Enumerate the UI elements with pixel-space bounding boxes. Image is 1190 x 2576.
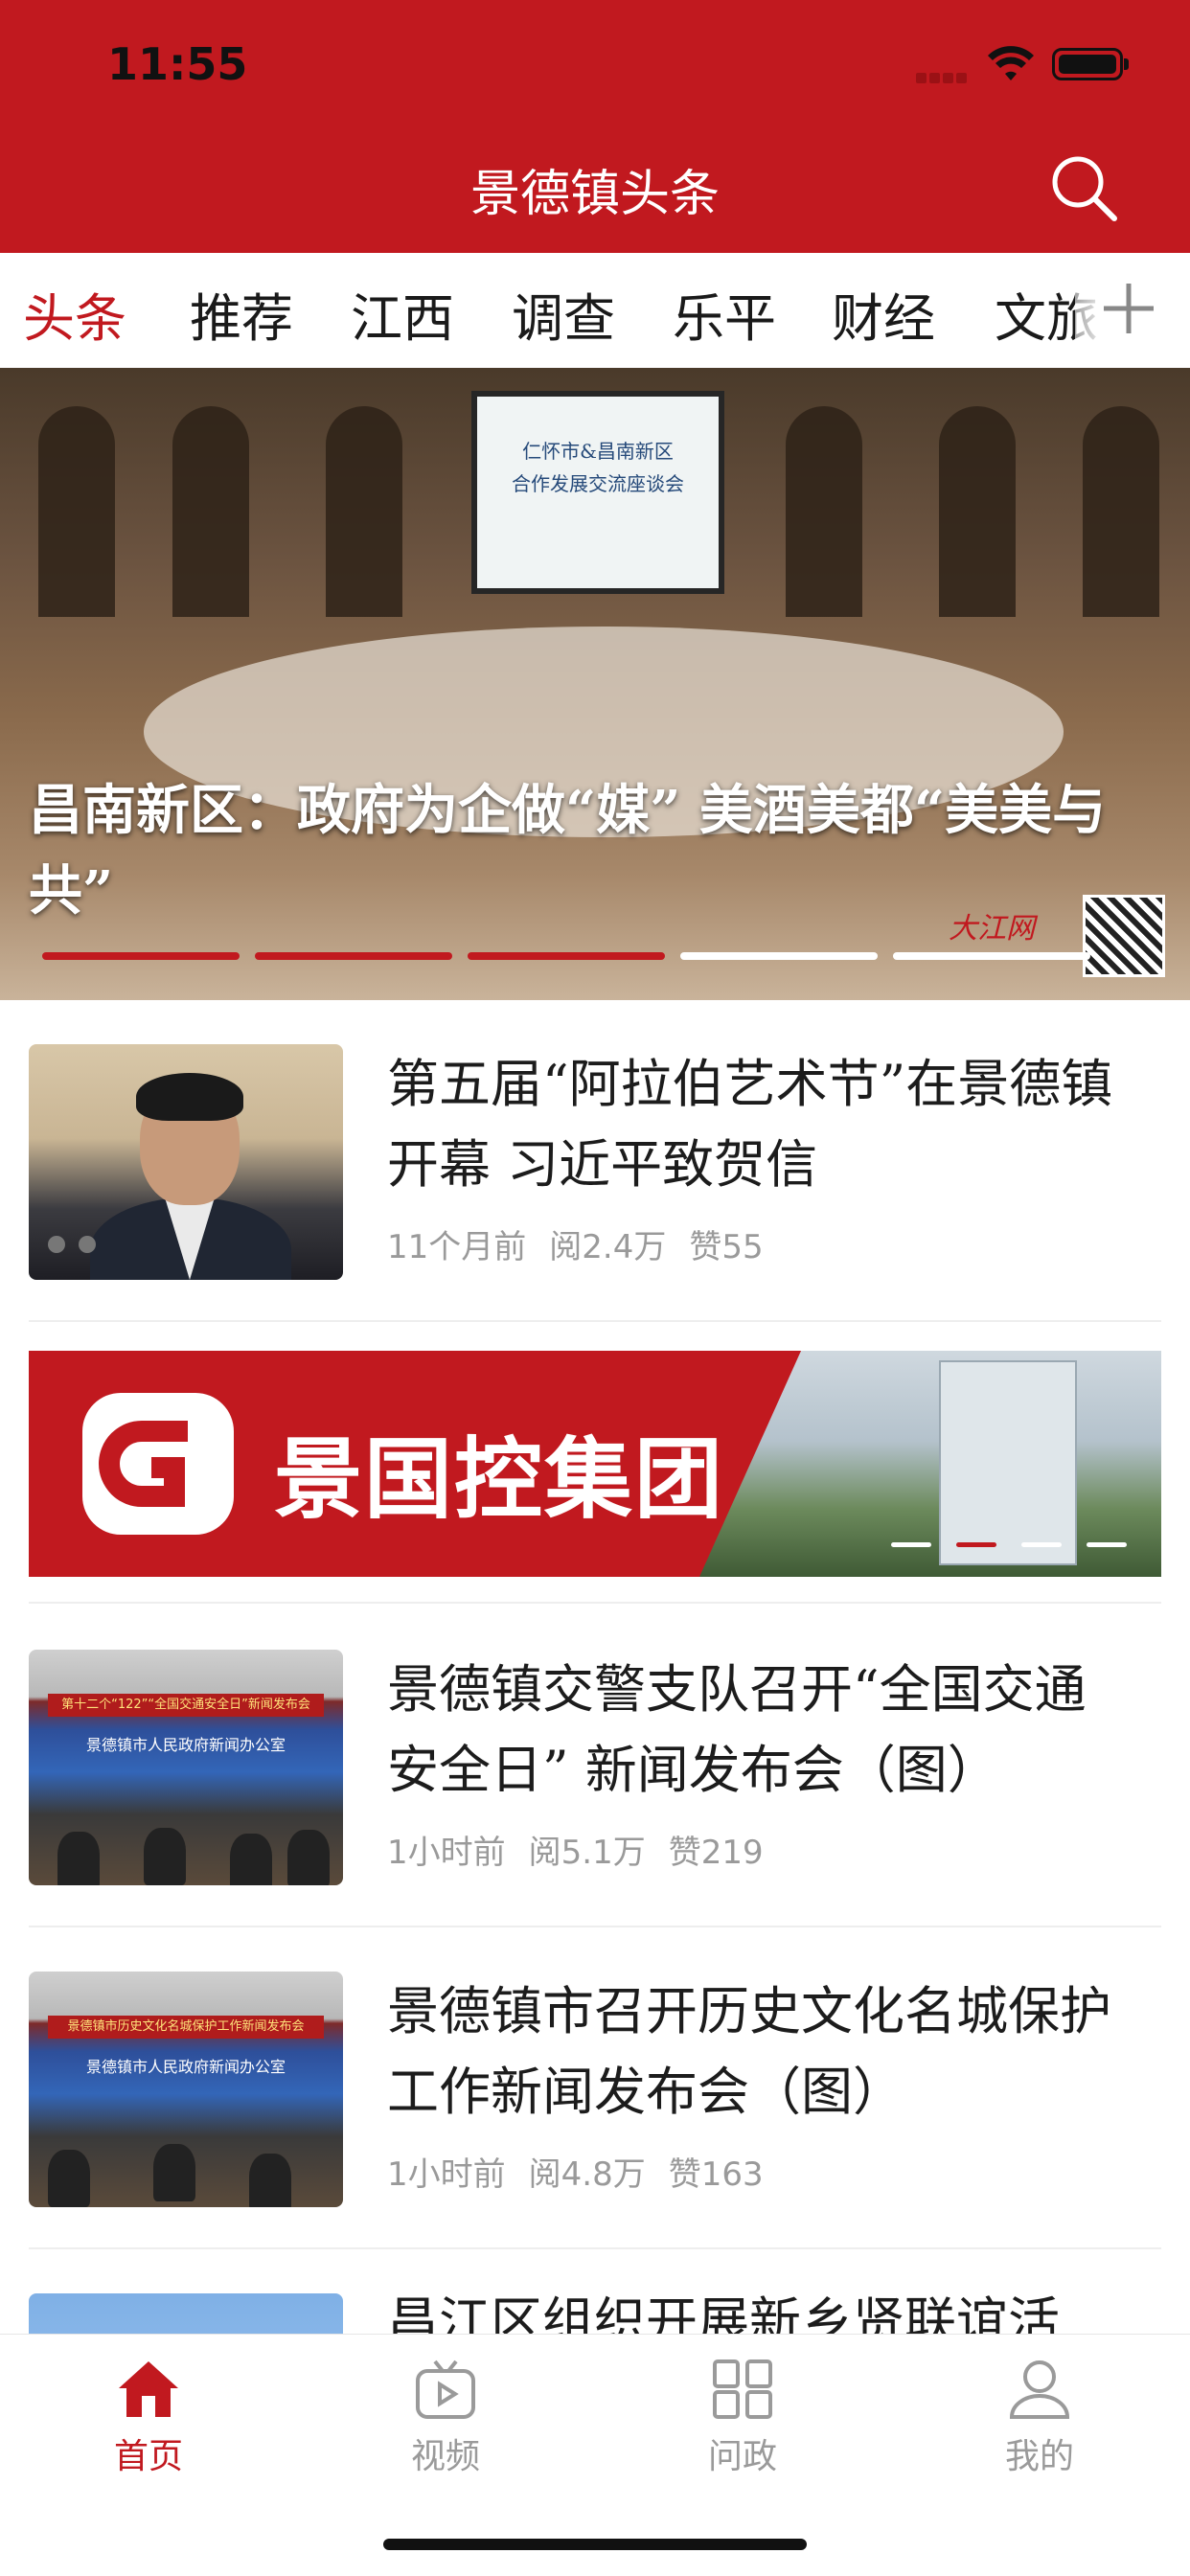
divider (29, 1926, 1161, 1927)
news-meta: 1小时前 阅5.1万 赞219 (387, 1826, 787, 1873)
news-reads: 阅5.1万 (528, 1834, 646, 1872)
ad-dot[interactable] (1021, 1542, 1062, 1547)
battery-icon (1052, 48, 1129, 80)
news-time: 11个月前 (387, 1228, 527, 1266)
news-item[interactable]: 第五届“阿拉伯艺术节”在景德镇开幕 习近平致贺信 11个月前 阅2.4万 赞55 (29, 1044, 1161, 1280)
news-title[interactable]: 景德镇市召开历史文化名城保护工作新闻发布会（图） (387, 1972, 1115, 2132)
wifi-icon (988, 46, 1034, 80)
user-icon (1009, 2360, 1070, 2419)
news-likes: 赞219 (668, 1834, 764, 1872)
home-indicator[interactable] (383, 2539, 807, 2550)
company-logo-icon (82, 1393, 234, 1535)
news-thumbnail (29, 2293, 343, 2334)
signal-icon (916, 69, 970, 83)
tab-jiangxi[interactable]: 江西 (351, 276, 454, 352)
divider (29, 2247, 1161, 2249)
hero-watermark: 大江网 (949, 912, 1035, 946)
tv-icon (416, 2359, 475, 2419)
nav-video[interactable]: 视频 (374, 2358, 517, 2478)
ad-dot[interactable] (1087, 1542, 1127, 1547)
news-meta: 1小时前 阅4.8万 赞163 (387, 2148, 787, 2195)
hero-carousel[interactable]: 仁怀市&昌南新区 合作发展交流座谈会 昌南新区：政府为企做“媒” 美酒美都“美美… (0, 368, 1190, 1000)
ad-building (939, 1360, 1077, 1565)
news-title[interactable]: 第五届“阿拉伯艺术节”在景德镇开幕 习近平致贺信 (387, 1044, 1115, 1205)
news-reads: 阅4.8万 (528, 2155, 646, 2194)
hero-dot[interactable] (680, 952, 878, 960)
tab-leping[interactable]: 乐平 (673, 276, 776, 352)
app-header: 11:55 景德镇头条 (0, 0, 1190, 253)
news-title[interactable]: 昌江区组织开展新乡贤联谊活 (387, 2293, 1115, 2334)
plus-icon (1104, 284, 1154, 333)
ad-text: 景国控集团 (274, 1428, 725, 1531)
page-title: 景德镇头条 (469, 166, 720, 223)
news-reads: 阅2.4万 (549, 1228, 667, 1266)
nav-label: 首页 (113, 2437, 183, 2476)
news-meta: 11个月前 阅2.4万 赞55 (387, 1220, 787, 1267)
news-time: 1小时前 (387, 2155, 506, 2194)
search-icon[interactable] (1049, 153, 1120, 224)
qr-code-icon (1083, 895, 1165, 977)
hero-dot[interactable] (468, 952, 665, 960)
nav-mine[interactable]: 我的 (968, 2358, 1111, 2478)
news-thumbnail: 景德镇市历史文化名城保护工作新闻发布会 景德镇市人民政府新闻办公室 (29, 1972, 343, 2207)
hero-dot[interactable] (893, 952, 1090, 960)
tab-diaocha[interactable]: 调查 (512, 276, 615, 352)
divider (29, 1320, 1161, 1322)
nav-label: 我的 (1004, 2437, 1074, 2476)
divider (29, 1602, 1161, 1604)
hero-dot[interactable] (255, 952, 452, 960)
news-likes: 赞55 (689, 1228, 764, 1266)
news-item[interactable]: 第十二个“122”“全国交通安全日”新闻发布会 景德镇市人民政府新闻办公室 景德… (29, 1650, 1161, 1885)
add-channel-button[interactable] (1075, 253, 1190, 368)
news-title[interactable]: 景德镇交警支队召开“全国交通安全日” 新闻发布会（图） (387, 1650, 1115, 1811)
home-icon (119, 2361, 178, 2417)
tab-tuijian[interactable]: 推荐 (190, 276, 293, 352)
news-item[interactable]: 景德镇市历史文化名城保护工作新闻发布会 景德镇市人民政府新闻办公室 景德镇市召开… (29, 1972, 1161, 2207)
nav-wenzheng[interactable]: 问政 (671, 2358, 814, 2478)
status-time: 11:55 (107, 38, 248, 90)
thumb-banner-text: 景德镇市历史文化名城保护工作新闻发布会 (48, 2016, 324, 2039)
tab-caijing[interactable]: 财经 (832, 276, 935, 352)
news-time: 1小时前 (387, 1834, 506, 1872)
news-item[interactable]: 昌江区组织开展新乡贤联谊活 (29, 2293, 1161, 2334)
channel-tabs: 头条 推荐 江西 调查 乐平 财经 文旅 (0, 253, 1190, 369)
hero-projection-screen: 仁怀市&昌南新区 合作发展交流座谈会 (471, 391, 724, 594)
hero-dot[interactable] (42, 952, 240, 960)
nav-home[interactable]: 首页 (77, 2358, 220, 2478)
nav-label: 问政 (707, 2437, 777, 2476)
tab-toutiao[interactable]: 头条 (23, 276, 126, 352)
grid-icon (713, 2359, 772, 2419)
ad-dot[interactable] (891, 1542, 931, 1547)
ad-dot[interactable] (956, 1542, 996, 1547)
nav-label: 视频 (410, 2437, 480, 2476)
news-thumbnail: 第十二个“122”“全国交通安全日”新闻发布会 景德镇市人民政府新闻办公室 (29, 1650, 343, 1885)
thumb-sign-text: 景德镇市人民政府新闻办公室 (85, 2058, 286, 2076)
thumb-banner-text: 第十二个“122”“全国交通安全日”新闻发布会 (48, 1694, 324, 1717)
thumb-sign-text: 景德镇市人民政府新闻办公室 (85, 1736, 286, 1754)
news-likes: 赞163 (668, 2155, 764, 2194)
news-thumbnail (29, 1044, 343, 1280)
hero-screen-text: 仁怀市&昌南新区 合作发展交流座谈会 (512, 440, 684, 495)
